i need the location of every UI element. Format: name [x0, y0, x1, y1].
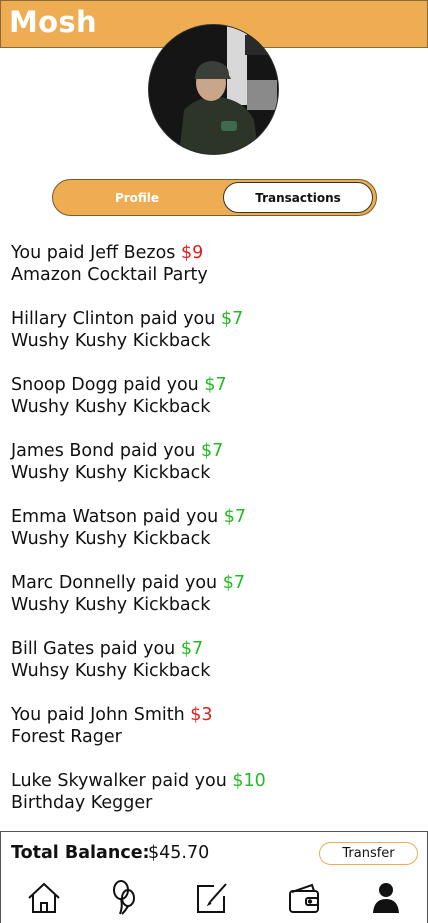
app-title: Mosh	[9, 5, 97, 39]
transaction-item[interactable]: Snoop Dogg paid you $7 Wushy Kushy Kickb…	[11, 374, 421, 440]
transaction-amount: $7	[222, 573, 245, 593]
transaction-item[interactable]: You paid Jeff Bezos $9 Amazon Cocktail P…	[11, 242, 421, 308]
transaction-event: Wushy Kushy Kickback	[11, 463, 211, 483]
transaction-amount: $7	[204, 375, 227, 395]
total-balance-label: Total Balance:	[11, 843, 150, 863]
profile-transactions-toggle: Profile Transactions	[52, 179, 377, 216]
transaction-amount: $7	[200, 441, 224, 461]
transaction-item[interactable]: Bill Gates paid you $7 Wuhsy Kushy Kickb…	[11, 638, 421, 704]
transaction-text: Snoop Dogg paid you	[11, 375, 205, 395]
transaction-event: Wushy Kushy Kickback	[11, 397, 211, 417]
transaction-item[interactable]: Marc Donnelly paid you $7 Wushy Kushy Ki…	[11, 572, 421, 638]
user-icon[interactable]	[366, 878, 406, 918]
transaction-text: Hillary Clinton paid you	[11, 309, 221, 329]
transaction-text: Bill Gates paid you	[11, 639, 181, 659]
transaction-text: You paid Jeff Bezos	[11, 243, 181, 263]
transaction-item[interactable]: Luke Skywalker paid you $10 Birthday Keg…	[11, 770, 421, 836]
home-icon[interactable]	[24, 878, 64, 918]
transaction-text: Marc Donnelly paid you	[11, 573, 223, 593]
tab-profile[interactable]: Profile	[53, 180, 221, 215]
avatar	[148, 24, 279, 155]
transaction-text: You paid John Smith	[11, 705, 191, 725]
transactions-list: You paid Jeff Bezos $9 Amazon Cocktail P…	[11, 242, 421, 836]
total-balance-value: $45.70	[148, 843, 210, 863]
transaction-item[interactable]: You paid John Smith $3 Forest Rager	[11, 704, 421, 770]
transaction-item[interactable]: Emma Watson paid you $7 Wushy Kushy Kick…	[11, 506, 421, 572]
transaction-text: Luke Skywalker paid you	[11, 771, 233, 791]
transaction-amount: $7	[223, 507, 247, 527]
bottom-nav	[0, 873, 428, 923]
transaction-item[interactable]: James Bond paid you $7 Wushy Kushy Kickb…	[11, 440, 421, 506]
transfer-button[interactable]: Transfer	[319, 842, 418, 865]
edit-icon[interactable]	[192, 878, 232, 918]
transaction-item[interactable]: Hillary Clinton paid you $7 Wushy Kushy …	[11, 308, 421, 374]
balance-bar: Total Balance: $45.70 Transfer	[0, 831, 428, 874]
balloons-icon[interactable]	[104, 878, 144, 918]
transaction-amount: $7	[220, 309, 244, 329]
transaction-event: Birthday Kegger	[11, 793, 153, 813]
transaction-text: Emma Watson paid you	[11, 507, 224, 527]
avatar-photo	[149, 25, 278, 154]
transaction-event: Wushy Kushy Kickback	[11, 595, 211, 615]
transaction-amount: $7	[180, 639, 204, 659]
transaction-amount: $10	[232, 771, 266, 791]
transaction-event: Wushy Kushy Kickback	[11, 529, 211, 549]
transaction-event: Amazon Cocktail Party	[11, 265, 208, 285]
transaction-amount: $3	[190, 705, 213, 725]
transaction-event: Forest Rager	[11, 727, 122, 747]
wallet-icon[interactable]	[284, 878, 324, 918]
transaction-text: James Bond paid you	[11, 441, 201, 461]
transaction-event: Wushy Kushy Kickback	[11, 331, 211, 351]
transaction-event: Wuhsy Kushy Kickback	[11, 661, 211, 681]
tab-transactions[interactable]: Transactions	[223, 182, 373, 213]
transaction-amount: $9	[180, 243, 204, 263]
